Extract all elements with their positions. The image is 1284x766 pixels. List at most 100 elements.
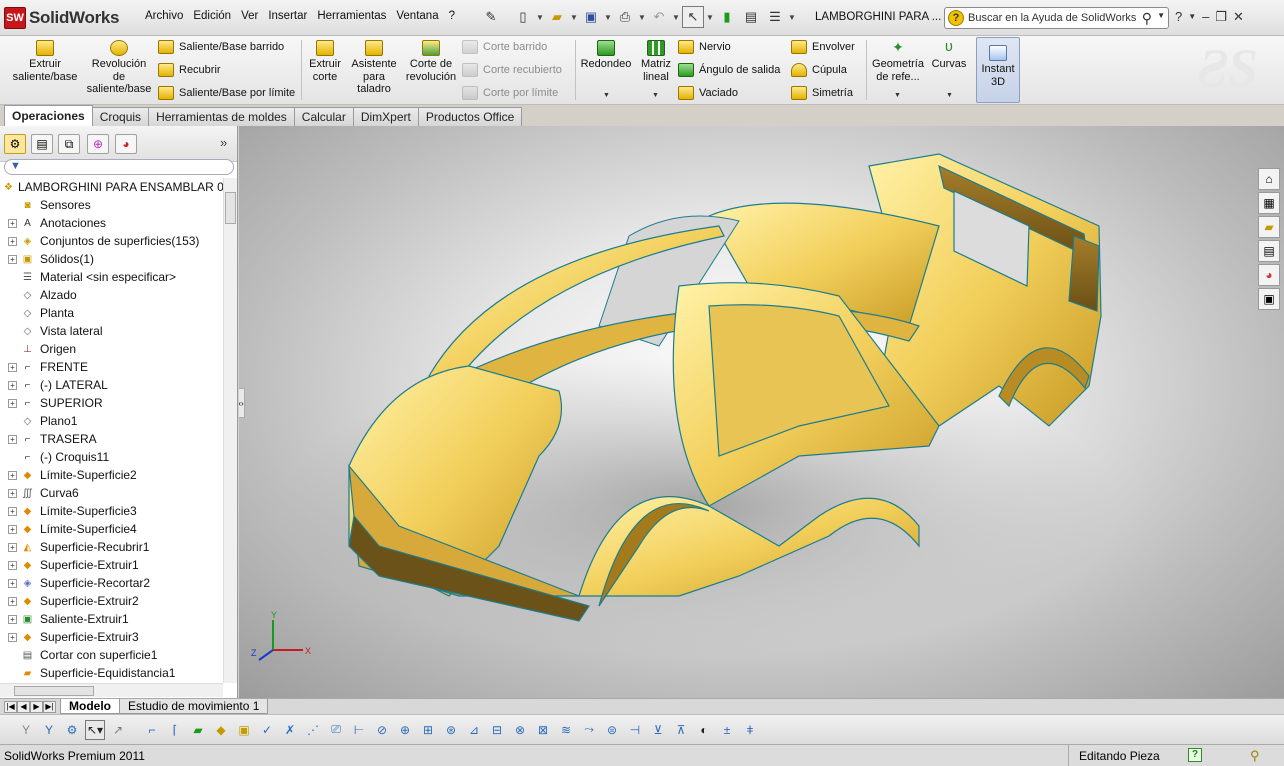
corte-recubierto-button[interactable]: Corte recubierto [462,63,562,77]
open-folder-icon[interactable]: ▰ [546,6,568,28]
expand-icon[interactable]: + [8,542,17,552]
quick-tips-help-icon[interactable]: ? [1188,748,1202,762]
tree-item[interactable]: ◇ Vista lateral [0,322,226,340]
tree-item[interactable]: + ◈ Superficie-Recortar2 [0,574,226,592]
tree-vertical-scrollbar[interactable] [223,178,237,683]
tree-item[interactable]: + ◭ Superficie-Recubrir1 [0,538,226,556]
tree-root[interactable]: ❖ LAMBORGHINI PARA ENSAMBLAR 01 [0,178,226,196]
geometria-referencia-button[interactable]: ✦ Geometría de refe... [870,40,926,83]
filter-datum-targets-icon[interactable]: ⊻ [648,720,668,740]
filter-faces-icon[interactable]: ▰ [188,720,208,740]
extruir-corte-button[interactable]: Extruir corte [306,40,344,83]
chevron-down-icon[interactable]: ▼ [946,92,953,99]
expand-icon[interactable]: + [8,524,17,534]
expand-icon[interactable]: + [8,362,17,372]
envolver-button[interactable]: Envolver [791,40,855,54]
filter-vertices-icon[interactable]: ⌐ [142,720,162,740]
saliente-barrido-button[interactable]: Saliente/Base barrido [158,40,284,54]
pin-icon[interactable]: ✎ [480,6,502,28]
expand-icon[interactable]: + [8,236,17,246]
tree-item[interactable]: ▰ Superficie-Equidistancia1 [0,664,226,682]
nervio-button[interactable]: Nervio [678,40,731,54]
tree-item[interactable]: + ◆ Límite-Superficie4 [0,520,226,538]
expand-icon[interactable]: + [8,254,17,264]
car-model-3d[interactable]: Z Y X [239,126,1284,698]
corte-revolucion-button[interactable]: Corte de revolución [404,40,458,83]
filter-dimensions-icon[interactable]: ⊕ [395,720,415,740]
chevron-down-icon[interactable]: ▼ [604,13,612,22]
expand-icon[interactable]: + [8,596,17,606]
filter-solid-bodies-icon[interactable]: ▣ [234,720,254,740]
scrollbar-thumb[interactable] [14,686,94,696]
next-tab-icon[interactable]: ▶ [30,700,43,713]
filter-notes-icon[interactable]: ⊿ [464,720,484,740]
tree-item[interactable]: + ⌐ SUPERIOR [0,394,226,412]
tab-operaciones[interactable]: Operaciones [4,105,93,126]
chevron-down-icon[interactable]: ▼ [672,13,680,22]
tree-horizontal-scrollbar[interactable] [0,683,223,697]
filter-all-icon[interactable]: ⚙ [62,720,82,740]
expand-icon[interactable]: + [8,434,17,444]
tree-item[interactable]: ◇ Alzado [0,286,226,304]
menu-archivo[interactable]: Archivo [140,10,188,22]
undo-icon[interactable]: ↶ [648,6,670,28]
file-properties-icon[interactable]: ▤ [740,6,762,28]
first-tab-icon[interactable]: |◀ [4,700,17,713]
tree-item[interactable]: + A Anotaciones [0,214,226,232]
dimxpert-manager-tab-icon[interactable]: ⊕ [87,134,109,154]
rebuild-icon[interactable]: ▮ [716,6,738,28]
custom-properties-icon[interactable]: ▣ [1258,288,1280,310]
menu-ventana[interactable]: Ventana [391,10,443,22]
menu-herramientas[interactable]: Herramientas [312,10,391,22]
filter-cosmetic-threads-icon[interactable]: ⊠ [533,720,553,740]
cupula-button[interactable]: Cúpula [791,63,847,77]
chevron-down-icon[interactable]: ▼ [638,13,646,22]
tab-estudio-movimiento[interactable]: Estudio de movimiento 1 [119,699,269,714]
filter-connection-points-icon[interactable]: ⤳ [579,720,599,740]
solidworks-logo[interactable]: SW SolidWorks [4,6,120,30]
filter-dowel-pin-icon[interactable]: ⊣ [625,720,645,740]
filter-surface-bodies-icon[interactable]: ◆ [211,720,231,740]
expand-icon[interactable]: + [8,614,17,624]
tree-item[interactable]: ⊥ Origen [0,340,226,358]
rebuild-status-icon[interactable]: ⚲ [1250,748,1260,764]
chevron-down-icon[interactable]: ▼ [1157,11,1165,20]
instant3d-button[interactable]: Instant 3D [976,37,1020,103]
scrollbar-thumb[interactable] [225,192,236,224]
filter-axes-icon[interactable]: ✓ [257,720,277,740]
simetria-button[interactable]: Simetría [791,86,853,100]
tree-item[interactable]: + ⌐ TRASERA [0,430,226,448]
chevron-down-icon[interactable]: ▼ [652,92,659,99]
new-document-icon[interactable]: ▯ [512,6,534,28]
filter-cosmetic-welds-icon[interactable]: ⊼ [671,720,691,740]
curvas-button[interactable]: ʋ Curvas [930,39,968,71]
tree-item[interactable]: + ◆ Límite-Superficie2 [0,466,226,484]
expand-icon[interactable]: + [8,488,17,498]
expand-icon[interactable]: + [8,506,17,516]
tree-item[interactable]: + ◆ Superficie-Extruir3 [0,628,226,646]
vaciado-button[interactable]: Vaciado [678,86,738,100]
filter-datum-features-icon[interactable]: ⊗ [510,720,530,740]
select-other-icon[interactable]: ↗ [108,720,128,740]
tree-item[interactable]: + ◆ Superficie-Extruir1 [0,556,226,574]
tree-item[interactable]: + ◆ Límite-Superficie3 [0,502,226,520]
corte-barrido-button[interactable]: Corte barrido [462,40,547,54]
tree-item[interactable]: ◇ Plano1 [0,412,226,430]
design-library-icon[interactable]: ▦ [1258,192,1280,214]
chevron-down-icon[interactable]: ▼ [1188,9,1196,25]
tree-item[interactable]: ▤ Cortar con superficie1 [0,646,226,664]
filter-clear-icon[interactable]: Y [39,720,59,740]
filter-midpoints-icon[interactable]: ⊢ [349,720,369,740]
select-pointer-icon[interactable]: ↖▾ [85,719,105,740]
filter-surface-finish-icon[interactable]: ⊞ [418,720,438,740]
menu-insertar[interactable]: Insertar [263,10,312,22]
revolucion-saliente-button[interactable]: Revolución de saliente/base [86,40,152,96]
filter-toggle-icon[interactable]: Y [16,720,36,740]
tree-item[interactable]: + ⌐ (-) LATERAL [0,376,226,394]
search-icon[interactable]: ⚲ [1142,10,1152,27]
help-search-input[interactable]: ? Buscar en la Ayuda de SolidWorks ⚲ ▼ [944,7,1169,29]
filter-centermarks-icon[interactable]: ⊘ [372,720,392,740]
chevron-down-icon[interactable]: ▼ [706,13,714,22]
tree-item[interactable]: + ⌐ FRENTE [0,358,226,376]
filter-sketch-points-icon[interactable]: ⋰ [303,720,323,740]
